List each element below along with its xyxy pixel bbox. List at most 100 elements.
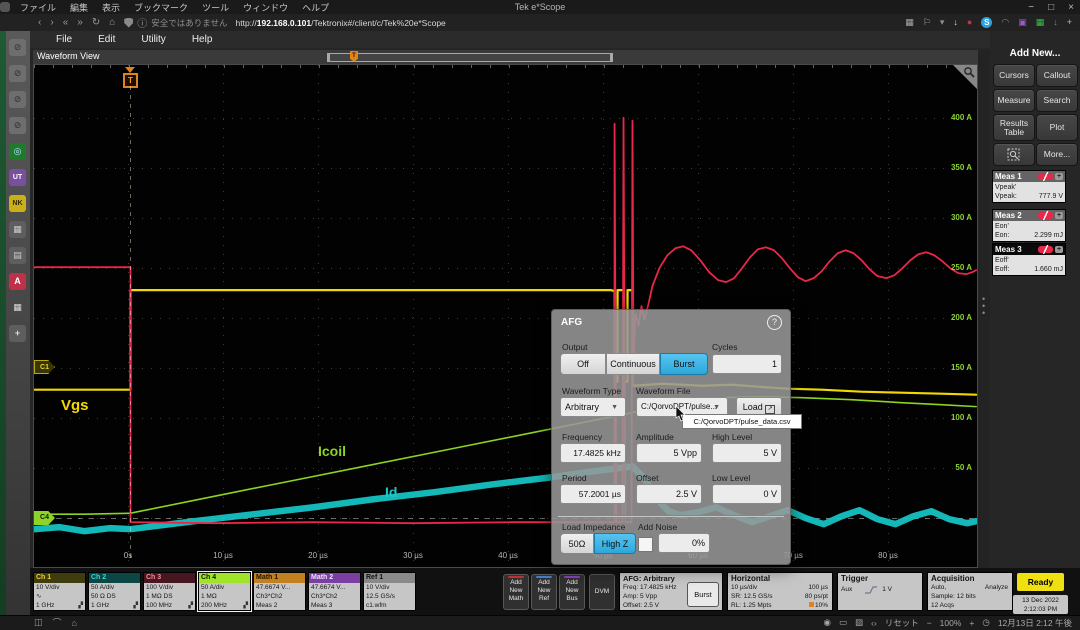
- channel-badge-math2[interactable]: Math 247.6674 V...Ch3*Ch2Meas 3: [308, 572, 361, 611]
- high-level-field[interactable]: 5 V: [712, 443, 782, 463]
- reload-icon[interactable]: ↻: [92, 17, 100, 28]
- menu-edit[interactable]: 編集: [70, 1, 88, 14]
- menu-file[interactable]: ファイル: [20, 1, 56, 14]
- qr-icon[interactable]: ▦: [9, 221, 26, 238]
- scope-menu-edit[interactable]: Edit: [98, 34, 115, 45]
- meas3-badge[interactable]: Meas 3+ Eoff'Eoff:1.660 mJ: [992, 243, 1066, 276]
- first-page-icon[interactable]: «: [63, 17, 69, 28]
- afg-dialog[interactable]: AFG ? Output Cycles Off Continuous Burst…: [551, 309, 791, 565]
- minimize-button[interactable]: −: [1028, 2, 1034, 13]
- apps-grid-icon[interactable]: ▦: [9, 299, 26, 316]
- plot-button[interactable]: Plot: [1036, 114, 1078, 141]
- add-new-bus-button[interactable]: AddNewBus: [559, 574, 585, 610]
- channel-badge-math1[interactable]: Math 147.6674 V...Ch3*Ch2Meas 2: [253, 572, 306, 611]
- nk-icon[interactable]: NK: [9, 195, 26, 212]
- channel-badge-ref1[interactable]: Ref 110 V/div12.5 GS/sc1.wfm: [363, 572, 416, 611]
- acquisition-badge[interactable]: Acquisition Auto,Analyze Sample: 12 bits…: [927, 572, 1013, 611]
- extension-green-icon[interactable]: ▦: [1036, 17, 1045, 28]
- home-icon[interactable]: ⌂: [109, 17, 115, 28]
- code-icon[interactable]: ‹›: [871, 618, 877, 628]
- cursors-button[interactable]: Cursors: [993, 64, 1035, 87]
- add-new-ref-button[interactable]: AddNewRef: [531, 574, 557, 610]
- add-noise-checkbox[interactable]: [638, 537, 653, 552]
- callout-button[interactable]: Callout: [1036, 64, 1078, 87]
- meas2-badge[interactable]: Meas 2+ Eon'Eon:2.299 mJ: [992, 209, 1066, 242]
- url-field[interactable]: http://192.168.0.101/Tektronix#/client/c…: [236, 18, 446, 28]
- image-capture-icon[interactable]: ▨: [855, 617, 863, 628]
- panel-icon[interactable]: ◫: [34, 617, 43, 628]
- afg-badge[interactable]: AFG: Arbitrary Freq: 17.4825 kHz Amp: 5 …: [619, 572, 723, 611]
- meas1-add-icon[interactable]: +: [1055, 173, 1063, 180]
- search-button[interactable]: Search: [1036, 89, 1078, 112]
- splitter-handle[interactable]: •••: [982, 296, 985, 317]
- menu-tools[interactable]: ツール: [202, 1, 229, 14]
- ghost-icon[interactable]: ◠: [1001, 17, 1009, 28]
- waveform-graticule[interactable]: 400 A350 A300 A250 A200 A150 A100 A50 A …: [33, 64, 978, 568]
- doc-icon[interactable]: ▤: [9, 247, 26, 264]
- ut-icon[interactable]: UT: [9, 169, 26, 186]
- meas1-badge[interactable]: Meas 1+ Vpeak'Vpeak:777.9 V: [992, 170, 1066, 203]
- afg-burst-button[interactable]: Burst: [687, 582, 719, 607]
- maximize-button[interactable]: □: [1048, 2, 1054, 13]
- scope-menu-utility[interactable]: Utility: [141, 34, 165, 45]
- amplitude-field[interactable]: 5 Vpp: [636, 443, 702, 463]
- meas2-add-icon[interactable]: +: [1055, 212, 1063, 219]
- grid-icon[interactable]: ▦: [905, 17, 914, 28]
- dvm-button[interactable]: DVM: [589, 574, 615, 610]
- zoom-in-button[interactable]: +: [969, 618, 974, 628]
- help-icon[interactable]: ?: [767, 315, 782, 330]
- record-icon[interactable]: ●: [967, 17, 972, 28]
- noise-percent-field[interactable]: 0%: [658, 533, 710, 553]
- add-tab-icon[interactable]: +: [9, 325, 26, 342]
- scope-app-icon[interactable]: ◎: [9, 143, 26, 160]
- channel-badge-ch2[interactable]: Ch 250 A/div50 Ω DS1 GHz▞: [88, 572, 141, 611]
- back-icon[interactable]: ‹: [38, 17, 41, 28]
- output-continuous-button[interactable]: Continuous: [606, 353, 660, 375]
- forward-icon[interactable]: ›: [50, 17, 53, 28]
- puzzle-icon[interactable]: +: [1067, 17, 1072, 28]
- dropdown-icon[interactable]: ▾: [940, 17, 945, 28]
- pinned-a-icon[interactable]: A: [9, 273, 26, 290]
- window-capture-icon[interactable]: ▭: [839, 617, 847, 628]
- channel-badge-ch3[interactable]: Ch 3100 V/div1 MΩ DS100 MHz▞: [143, 572, 196, 611]
- tab-icon-3[interactable]: ⊘: [9, 91, 26, 108]
- meas3-add-icon[interactable]: +: [1055, 246, 1063, 253]
- zoom-overview-bracket[interactable]: [327, 53, 613, 62]
- zoom-out-button[interactable]: −: [927, 618, 932, 628]
- camera-icon[interactable]: ◉: [824, 617, 831, 628]
- tab-icon-4[interactable]: ⊘: [9, 117, 26, 134]
- period-field[interactable]: 57.2001 µs: [560, 484, 626, 504]
- last-page-icon[interactable]: »: [77, 17, 83, 28]
- bookmark-icon[interactable]: ⚐: [923, 17, 931, 28]
- info-icon[interactable]: ⓘ: [137, 15, 147, 30]
- tab-icon-1[interactable]: ⊘: [9, 39, 26, 56]
- offset-field[interactable]: 2.5 V: [636, 484, 702, 504]
- browser-logo-icon[interactable]: [0, 2, 10, 12]
- more-button[interactable]: More...: [1036, 143, 1078, 166]
- frequency-field[interactable]: 17.4825 kHz: [560, 443, 626, 463]
- reset-zoom-label[interactable]: リセット: [885, 617, 919, 629]
- trigger-badge[interactable]: Trigger Aux 1 V: [837, 572, 923, 611]
- impedance-highz-button[interactable]: High Z: [594, 533, 636, 554]
- measure-button[interactable]: Measure: [993, 89, 1035, 112]
- menu-help[interactable]: ヘルプ: [302, 1, 329, 14]
- menu-view[interactable]: 表示: [102, 1, 120, 14]
- download-icon[interactable]: ↓: [953, 17, 958, 28]
- scope-menu-help[interactable]: Help: [192, 34, 213, 45]
- output-off-button[interactable]: Off: [560, 353, 606, 375]
- scope-menu-file[interactable]: File: [56, 34, 72, 45]
- menu-window[interactable]: ウィンドウ: [243, 1, 288, 14]
- results-table-button[interactable]: Results Table: [993, 114, 1035, 141]
- output-burst-button[interactable]: Burst: [660, 353, 708, 375]
- cloud-icon[interactable]: ⌒: [53, 616, 62, 629]
- horizontal-badge[interactable]: Horizontal 10 µs/div100 µs SR: 12.5 GS/s…: [727, 572, 833, 611]
- impedance-50ohm-button[interactable]: 50Ω: [560, 533, 594, 554]
- cycles-field[interactable]: 1: [712, 354, 782, 374]
- panel-splitter[interactable]: [978, 50, 990, 615]
- close-button[interactable]: ×: [1068, 2, 1074, 13]
- download-blue-icon[interactable]: ↓: [1053, 17, 1058, 28]
- add-new-math-button[interactable]: AddNewMath: [503, 574, 529, 610]
- channel-badge-ch1[interactable]: Ch 110 V/div∿1 GHz▞: [33, 572, 86, 611]
- home-icon[interactable]: ⌂: [72, 618, 77, 628]
- zoom-select-button[interactable]: [993, 143, 1035, 166]
